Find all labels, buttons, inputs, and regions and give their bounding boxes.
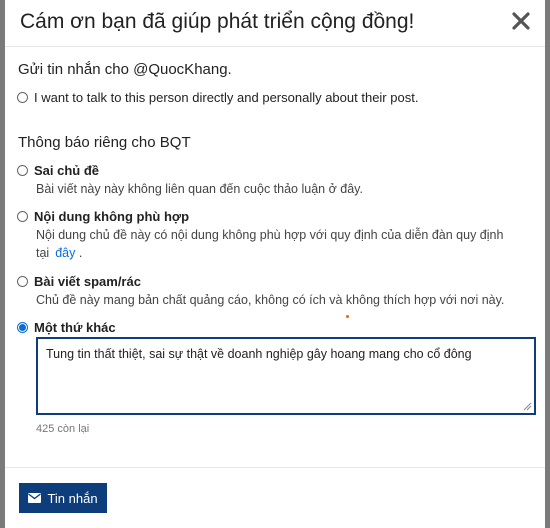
rules-link[interactable]: đây xyxy=(55,246,75,260)
option-spam-desc: Chủ đề này mang bản chất quảng cáo, khôn… xyxy=(36,293,505,307)
option-off-topic[interactable]: Sai chủ đề xyxy=(17,163,99,178)
message-textarea-value: Tung tin thất thiệt, sai sự thật về doan… xyxy=(46,347,472,361)
option-spam-title: Bài viết spam/rác xyxy=(34,274,141,289)
option-talk-directly-label: I want to talk to this person directly a… xyxy=(34,90,419,105)
characters-remaining: 425 còn lại xyxy=(36,423,90,435)
modal-header: Cám ơn bạn đã giúp phát triển cộng đồng! xyxy=(5,0,545,47)
option-talk-directly[interactable]: I want to talk to this person directly a… xyxy=(17,90,418,105)
option-other-title: Một thứ khác xyxy=(34,320,116,335)
option-inappropriate-desc: Nội dung chủ đề này có nội dung không ph… xyxy=(36,226,531,262)
desc-line2-text: tại xyxy=(36,246,50,260)
option-other[interactable]: Một thứ khác xyxy=(17,320,116,335)
close-icon[interactable] xyxy=(509,9,533,33)
option-off-topic-title: Sai chủ đề xyxy=(34,163,100,178)
option-inappropriate-title: Nội dung không phù hợp xyxy=(34,209,190,224)
footer-divider xyxy=(5,467,545,468)
message-section-heading: Gửi tin nhắn cho @QuocKhang. xyxy=(18,61,232,78)
send-message-button[interactable]: Tin nhắn xyxy=(19,483,107,513)
radio-inappropriate[interactable] xyxy=(17,211,28,222)
radio-talk-directly[interactable] xyxy=(17,92,28,103)
envelope-icon xyxy=(28,493,42,503)
resize-handle-icon[interactable] xyxy=(523,402,532,411)
option-inappropriate[interactable]: Nội dung không phù hợp xyxy=(17,209,189,224)
desc-end: . xyxy=(78,246,83,260)
radio-spam[interactable] xyxy=(17,276,28,287)
send-message-label: Tin nhắn xyxy=(47,490,98,506)
radio-off-topic[interactable] xyxy=(17,165,28,176)
option-spam[interactable]: Bài viết spam/rác xyxy=(17,274,141,289)
flag-modal: Cám ơn bạn đã giúp phát triển cộng đồng!… xyxy=(5,0,545,528)
private-section-heading: Thông báo riêng cho BQT xyxy=(18,134,191,151)
option-inappropriate-desc-line1: Nội dung chủ đề này có nội dung không ph… xyxy=(36,228,504,242)
option-off-topic-desc: Bài viết này này không liên quan đến cuộ… xyxy=(36,182,363,196)
radio-other[interactable] xyxy=(17,322,28,333)
decorative-dot xyxy=(346,315,349,318)
option-inappropriate-desc-line2: tại đây . xyxy=(36,244,531,262)
modal-title: Cám ơn bạn đã giúp phát triển cộng đồng! xyxy=(20,10,415,33)
message-textarea[interactable]: Tung tin thất thiệt, sai sự thật về doan… xyxy=(36,337,536,415)
